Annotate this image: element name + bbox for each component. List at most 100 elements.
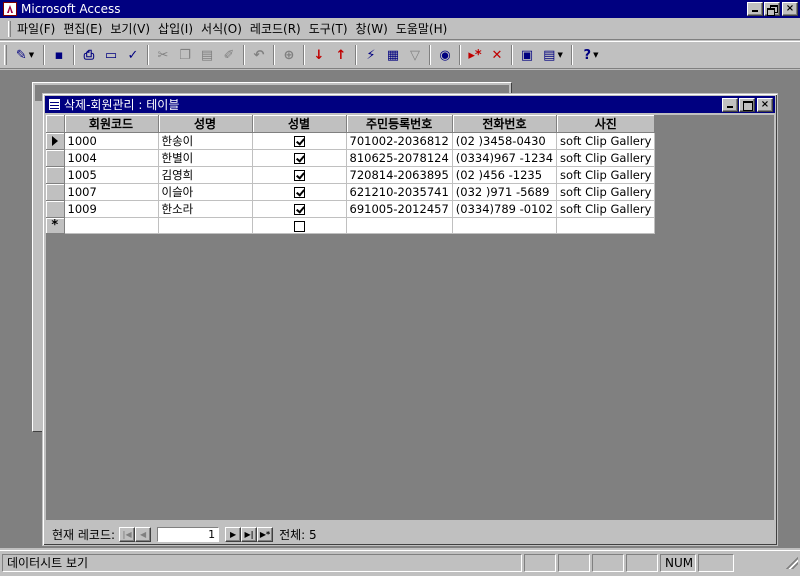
table-window-title-bar[interactable]: 삭제-회원관리 : 테이블 × xyxy=(45,96,775,113)
cell-code[interactable]: 1009 xyxy=(64,200,159,218)
table-row[interactable]: 1009 한소라 691005-2012457 (0334)789 -0102 … xyxy=(46,200,656,218)
cell-ssn[interactable]: 621210-2035741 xyxy=(346,183,453,201)
cell-phone[interactable]: (032 )971 -5689 xyxy=(452,183,558,201)
cell-photo[interactable]: soft Clip Gallery xyxy=(556,200,656,218)
access-app-icon[interactable] xyxy=(3,2,17,16)
filter-by-form-icon[interactable]: ▦ xyxy=(382,44,404,66)
cell-photo-new[interactable] xyxy=(556,217,656,234)
cell-photo[interactable]: soft Clip Gallery xyxy=(556,149,656,167)
minimize-button[interactable] xyxy=(747,2,763,16)
cell-name-new[interactable] xyxy=(158,217,253,234)
print-icon[interactable]: ⎙ xyxy=(78,44,100,66)
record-selector[interactable] xyxy=(46,149,65,167)
cut-icon[interactable]: ✂ xyxy=(152,44,174,66)
gender-checkbox[interactable] xyxy=(293,170,305,181)
cell-photo[interactable]: soft Clip Gallery xyxy=(556,166,656,184)
cell-gender[interactable] xyxy=(252,132,347,150)
menu-window[interactable]: 창(W) xyxy=(352,20,392,37)
cell-gender-new[interactable] xyxy=(252,217,347,234)
record-number-input[interactable]: 1 xyxy=(157,526,220,542)
gender-checkbox-new[interactable] xyxy=(293,220,305,232)
sort-ascending-icon[interactable]: ↓ xyxy=(308,44,330,66)
table-datasheet-window[interactable]: 삭제-회원관리 : 테이블 × 회원코드 성명 성별 주민등록번호 전화번호 사… xyxy=(42,93,778,546)
help-icon[interactable]: ? ▼ xyxy=(576,44,606,66)
menu-help[interactable]: 도움말(H) xyxy=(392,20,452,37)
cell-phone-new[interactable] xyxy=(452,217,558,234)
table-row[interactable]: 1007 이슬아 621210-2035741 (032 )971 -5689 … xyxy=(46,183,656,201)
new-record-row[interactable]: * xyxy=(46,217,656,234)
copy-icon[interactable]: ❐ xyxy=(174,44,196,66)
delete-record-icon[interactable]: ✕ xyxy=(486,44,508,66)
cell-gender[interactable] xyxy=(252,149,347,167)
gender-checkbox[interactable] xyxy=(293,187,305,198)
record-selector[interactable] xyxy=(46,166,65,184)
table-close-button[interactable]: × xyxy=(757,97,773,112)
gender-checkbox[interactable] xyxy=(293,153,305,164)
column-header-ssn[interactable]: 주민등록번호 xyxy=(346,115,453,133)
column-header-code[interactable]: 회원코드 xyxy=(64,115,159,133)
column-header-photo[interactable]: 사진 xyxy=(556,115,656,133)
print-preview-icon[interactable]: ▭ xyxy=(100,44,122,66)
new-object-icon[interactable]: ▤ ▼ xyxy=(538,44,568,66)
previous-record-button[interactable]: ◀ xyxy=(135,526,152,542)
save-icon[interactable]: ▪ xyxy=(48,44,70,66)
resize-grip-icon[interactable] xyxy=(786,556,798,569)
restore-button[interactable] xyxy=(764,2,780,16)
database-window-icon[interactable]: ▣ xyxy=(516,44,538,66)
table-row[interactable]: 1005 김영희 720814-2063895 (02 )456 -1235 s… xyxy=(46,166,656,184)
cell-code[interactable]: 1007 xyxy=(64,183,159,201)
find-icon[interactable]: ◉ xyxy=(434,44,456,66)
toolbar-grip[interactable] xyxy=(4,45,7,65)
record-selector[interactable] xyxy=(46,183,65,201)
cell-name[interactable]: 한송이 xyxy=(158,132,253,150)
cell-name[interactable]: 한별이 xyxy=(158,149,253,167)
cell-phone[interactable]: (02 )3458-0430 xyxy=(452,132,558,150)
record-selector-current[interactable] xyxy=(46,132,65,150)
cell-gender[interactable] xyxy=(252,200,347,218)
datasheet-icon[interactable] xyxy=(49,99,60,110)
cell-name[interactable]: 김영희 xyxy=(158,166,253,184)
cell-code[interactable]: 1000 xyxy=(64,132,159,150)
spelling-icon[interactable]: ✓ xyxy=(122,44,144,66)
menu-grip[interactable] xyxy=(8,20,11,37)
format-painter-icon[interactable]: ✐ xyxy=(218,44,240,66)
cell-photo[interactable]: soft Clip Gallery xyxy=(556,132,656,150)
table-row[interactable]: 1000 한송이 701002-2036812 (02 )3458-0430 s… xyxy=(46,132,656,150)
menu-format[interactable]: 서식(O) xyxy=(197,20,246,37)
cell-photo[interactable]: soft Clip Gallery xyxy=(556,183,656,201)
column-header-gender[interactable]: 성별 xyxy=(252,115,347,133)
first-record-button[interactable]: |◀ xyxy=(119,526,136,542)
table-row[interactable]: 1004 한별이 810625-2078124 (0334)967 -1234 … xyxy=(46,149,656,167)
design-view-icon[interactable]: ✎ ▼ xyxy=(10,44,40,66)
table-minimize-button[interactable] xyxy=(722,97,738,112)
cell-phone[interactable]: (02 )456 -1235 xyxy=(452,166,558,184)
cell-ssn[interactable]: 691005-2012457 xyxy=(346,200,453,218)
cell-phone[interactable]: (0334)967 -1234 xyxy=(452,149,558,167)
menu-file[interactable]: 파일(F) xyxy=(13,20,59,37)
cell-ssn[interactable]: 701002-2036812 xyxy=(346,132,453,150)
menu-edit[interactable]: 편집(E) xyxy=(59,20,106,37)
menu-insert[interactable]: 삽입(I) xyxy=(154,20,197,37)
cell-gender[interactable] xyxy=(252,183,347,201)
select-all-corner[interactable] xyxy=(46,115,65,133)
sort-descending-icon[interactable]: ↑ xyxy=(330,44,352,66)
new-record-icon[interactable]: ▸* xyxy=(464,44,486,66)
cell-code-new[interactable] xyxy=(64,217,159,234)
cell-ssn[interactable]: 810625-2078124 xyxy=(346,149,453,167)
column-header-name[interactable]: 성명 xyxy=(158,115,253,133)
insert-hyperlink-icon[interactable]: ⊕ xyxy=(278,44,300,66)
new-record-selector[interactable]: * xyxy=(46,217,65,234)
cell-ssn-new[interactable] xyxy=(346,217,453,234)
undo-icon[interactable]: ↶ xyxy=(248,44,270,66)
cell-phone[interactable]: (0334)789 -0102 xyxy=(452,200,558,218)
record-selector[interactable] xyxy=(46,200,65,218)
apply-filter-icon[interactable]: ▽ xyxy=(404,44,426,66)
filter-by-selection-icon[interactable]: ⚡ xyxy=(360,44,382,66)
cell-ssn[interactable]: 720814-2063895 xyxy=(346,166,453,184)
cell-code[interactable]: 1004 xyxy=(64,149,159,167)
new-record-nav-button[interactable]: ▶* xyxy=(257,526,274,542)
cell-name[interactable]: 한소라 xyxy=(158,200,253,218)
cell-name[interactable]: 이슬아 xyxy=(158,183,253,201)
gender-checkbox[interactable] xyxy=(293,136,305,147)
column-header-phone[interactable]: 전화번호 xyxy=(452,115,558,133)
